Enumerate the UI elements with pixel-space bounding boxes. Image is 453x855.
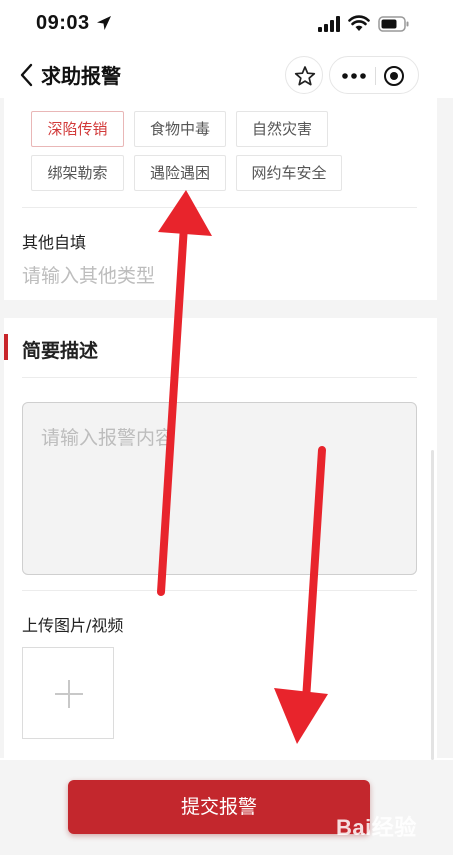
status-bar: 09:03 <box>0 0 453 50</box>
type-tag-danger-trapped[interactable]: 遇险遇困 <box>134 155 226 191</box>
location-arrow-icon <box>97 16 111 30</box>
close-miniprogram-icon[interactable] <box>383 65 405 87</box>
scrollbar[interactable] <box>431 450 434 760</box>
cellular-signal-icon <box>318 16 340 32</box>
other-type-label: 其他自填 <box>22 233 87 252</box>
battery-icon <box>378 16 409 32</box>
nav-bar: 求助报警 <box>0 52 453 98</box>
section-accent-bar <box>4 334 8 360</box>
divider <box>22 207 417 208</box>
star-icon <box>294 66 316 86</box>
type-tag-ride-hailing-safety[interactable]: 网约车安全 <box>236 155 342 191</box>
divider <box>22 377 417 378</box>
type-tag-kidnapping[interactable]: 绑架勒索 <box>31 155 124 191</box>
miniprogram-capsule <box>329 56 419 94</box>
capsule-divider <box>375 67 376 85</box>
back-chevron-icon[interactable] <box>16 62 38 88</box>
upload-media-button[interactable] <box>22 647 114 739</box>
type-tag-food-poisoning[interactable]: 食物中毒 <box>134 111 226 147</box>
submit-report-button[interactable]: 提交报警 <box>68 780 370 834</box>
favorite-button[interactable] <box>285 56 323 94</box>
plus-icon <box>55 680 83 708</box>
page-margin-right <box>437 98 453 758</box>
page-title: 求助报警 <box>41 64 121 88</box>
watermark-text: Bai经验 <box>336 815 417 840</box>
description-textarea[interactable]: 请输入报警内容 <box>22 402 417 575</box>
type-tag-natural-disaster[interactable]: 自然灾害 <box>236 111 328 147</box>
upload-label: 上传图片/视频 <box>22 616 124 635</box>
baidu-jingyan-watermark: Bai经验 <box>336 806 448 848</box>
other-type-input[interactable]: 请输入其他类型 <box>22 261 155 288</box>
status-time: 09:03 <box>36 12 90 34</box>
wifi-icon <box>348 15 370 31</box>
description-section-title: 简要描述 <box>22 340 99 362</box>
section-gap <box>4 300 437 318</box>
divider <box>22 590 417 591</box>
page-margin-left <box>0 98 4 758</box>
description-placeholder: 请输入报警内容 <box>41 427 175 449</box>
more-options-icon[interactable] <box>340 66 368 86</box>
type-tag-pyramid-scheme[interactable]: 深陷传销 <box>31 111 124 147</box>
